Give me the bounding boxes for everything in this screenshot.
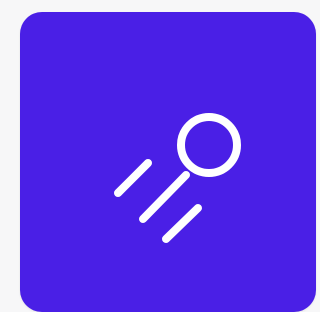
comet-trail-bottom [162, 204, 202, 243]
comet-head [177, 113, 241, 177]
comet-trail-middle [139, 171, 190, 223]
comet-icon [114, 113, 241, 243]
app-icon-tile [20, 12, 316, 312]
app-icon-preview [0, 0, 316, 312]
comet-trail-top [114, 159, 152, 197]
